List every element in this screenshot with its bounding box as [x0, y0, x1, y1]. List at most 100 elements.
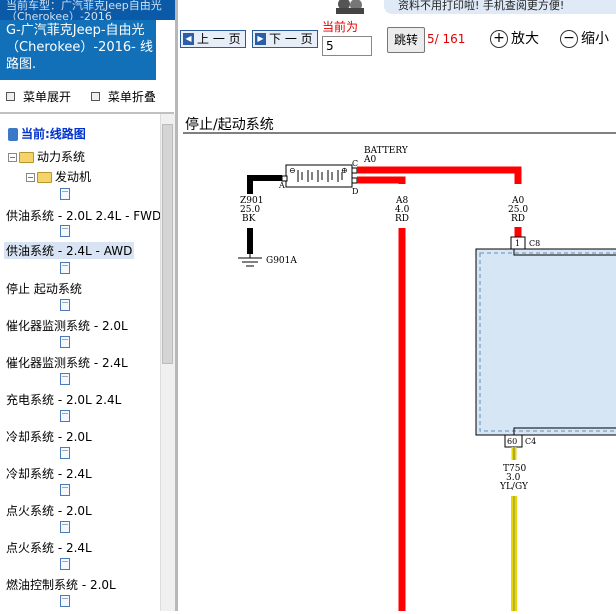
menu-expand-button[interactable]: 菜单展开 — [6, 90, 79, 104]
tree-item[interactable]: 点火系统 - 2.4L — [6, 539, 92, 556]
menu-expand-label: 菜单展开 — [23, 90, 72, 104]
next-page-label: 下 一 页 — [269, 32, 313, 46]
wire-t750-color: YL/GY — [499, 482, 529, 492]
tree-item-label: 催化器监测系统 - 2.0L — [6, 319, 128, 333]
car-type-line2: （Cherokee）-2016 — [6, 10, 112, 20]
tree-current-label: 当前:线路图 — [21, 127, 86, 141]
folder-icon — [37, 172, 52, 183]
pin-d-label: D — [352, 187, 358, 196]
page-icon — [60, 410, 70, 422]
page-input[interactable] — [322, 36, 372, 56]
ground-label: G901A — [266, 256, 297, 266]
tree-item[interactable]: 燃油控制系统 - 2.0L — [6, 576, 116, 593]
prev-arrow-icon: ◀ — [183, 33, 194, 45]
book-icon — [8, 128, 18, 141]
menu-controls: 菜单展开 菜单折叠 — [6, 88, 172, 105]
zoom-in-button[interactable]: + 放大 — [490, 28, 539, 48]
wire-a8-upper — [357, 176, 406, 184]
tree-item-label: 点火系统 - 2.0L — [6, 504, 92, 518]
page-icon — [60, 484, 70, 496]
connector-c4-pin: 60 — [507, 437, 517, 446]
next-page-button[interactable]: ▶ 下 一 页 — [252, 30, 318, 48]
ground-wire-upper — [247, 175, 282, 194]
tree-item[interactable]: 充电系统 - 2.0L 2.4L — [6, 391, 121, 408]
zoom-out-button[interactable]: − 缩小 — [560, 28, 609, 48]
collapse-icon — [90, 92, 100, 101]
tree-node-engine[interactable]: − 发动机 — [26, 168, 91, 185]
tree-item-selected[interactable]: 供油系统 - 2.4L - AWD — [4, 242, 135, 259]
current-page-label: 当前为 — [322, 20, 359, 34]
battery-circuit: A0 — [363, 155, 376, 165]
menu-collapse-button[interactable]: 菜单折叠 — [90, 90, 164, 104]
wire-a0-color: RD — [511, 214, 525, 224]
tree-item[interactable]: 供油系统 - 2.0L 2.4L - FWD — [6, 207, 160, 224]
collapse-toggle-icon[interactable]: − — [26, 173, 35, 182]
collapse-toggle-icon[interactable]: − — [8, 153, 17, 162]
wiring-diagram: 停止/起动系统 BATTERY A0 ⊖ ⊕ A C D Z901 25.0 B… — [178, 60, 616, 611]
car-type-band: 当前车型：广汽菲克Jeep自由光 （Cherokee）-2016 — [0, 0, 178, 20]
folder-icon — [19, 152, 34, 163]
tree-item[interactable]: 冷却系统 - 2.4L — [6, 465, 92, 482]
control-module — [475, 248, 616, 436]
tree-item-label: 供油系统 - 2.0L 2.4L - FWD — [6, 209, 160, 223]
connector-c4-label: C4 — [525, 437, 536, 446]
connector-c8-pin: 1 — [515, 239, 520, 248]
tree-scrollbar[interactable] — [160, 114, 175, 611]
tree-node-label: 动力系统 — [37, 150, 86, 164]
zoom-in-icon: + — [490, 30, 508, 48]
tree-current[interactable]: 当前:线路图 — [8, 125, 86, 142]
page-icon — [60, 521, 70, 533]
tree-item[interactable]: 催化器监测系统 - 2.4L — [6, 354, 128, 371]
tree-item-label: 停止 起动系统 — [6, 282, 82, 296]
tree-item[interactable]: 点火系统 - 2.0L — [6, 502, 92, 519]
page-icon — [60, 336, 70, 348]
ground-wire-color: BK — [242, 214, 256, 224]
page-icon — [60, 447, 70, 459]
left-panel: 当前车型：广汽菲克Jeep自由光 （Cherokee）-2016 G-广汽菲克J… — [0, 0, 178, 611]
tree-item-label: 点火系统 - 2.4L — [6, 541, 92, 555]
tree-item[interactable]: 催化器监测系统 - 2.0L — [6, 317, 128, 334]
terminal-d — [351, 177, 358, 184]
page-icon — [60, 373, 70, 385]
zoom-in-label: 放大 — [511, 31, 539, 47]
nav-tree: 当前:线路图 − 动力系统 − 发动机 供油系统 - 2.0L 2.4L - FWD… — [0, 118, 160, 611]
menu-collapse-label: 菜单折叠 — [107, 90, 156, 104]
tree-item-label: 供油系统 - 2.4L - AWD — [6, 244, 133, 258]
diagram-title: 停止/起动系统 — [185, 116, 274, 133]
page-icon — [60, 225, 70, 237]
pin-a-label: A — [278, 181, 285, 190]
wire-a8-color: RD — [395, 214, 409, 224]
page-count: 5/ 161 — [427, 32, 466, 46]
page-icon — [60, 262, 70, 274]
page-icon — [60, 299, 70, 311]
zoom-out-label: 缩小 — [581, 31, 609, 47]
connector-c8-label: C8 — [529, 239, 540, 248]
tree-item-label: 冷却系统 - 2.4L — [6, 467, 92, 481]
separator — [0, 112, 174, 114]
zoom-out-icon: − — [560, 30, 578, 48]
prev-page-label: 上 一 页 — [197, 32, 241, 46]
avatar-icon — [322, 0, 374, 14]
scrollbar-thumb[interactable] — [162, 124, 173, 364]
promo-banner[interactable]: 资料不用打印啦! 手机查阅更方便! — [384, 0, 616, 14]
tree-item-label: 充电系统 - 2.0L 2.4L — [6, 393, 122, 407]
tree-item-label: 催化器监测系统 - 2.4L — [6, 356, 128, 370]
tree-item-label: 燃油控制系统 - 2.0L — [6, 578, 116, 592]
tree-node-label: 发动机 — [55, 170, 92, 184]
tree-item[interactable]: 停止 起动系统 — [6, 280, 82, 297]
prev-page-button[interactable]: ◀ 上 一 页 — [180, 30, 246, 48]
next-arrow-icon: ▶ — [255, 33, 266, 45]
jump-button[interactable]: 跳转 — [387, 27, 425, 53]
manual-title: G-广汽菲克Jeep-自由光（Cherokee）-2016- 线路图. — [0, 20, 156, 80]
expand-icon — [6, 92, 15, 101]
tree-item-label: 冷却系统 - 2.0L — [6, 430, 92, 444]
page-icon — [60, 188, 70, 200]
plus-symbol: ⊕ — [341, 166, 348, 175]
terminal-c — [351, 167, 358, 174]
tree-node-powertrain[interactable]: − 动力系统 — [8, 148, 85, 165]
page-icon — [60, 558, 70, 570]
ground-symbol — [238, 254, 262, 267]
minus-symbol: ⊖ — [289, 166, 296, 175]
tree-item[interactable]: 冷却系统 - 2.0L — [6, 428, 92, 445]
page-icon — [60, 595, 70, 607]
